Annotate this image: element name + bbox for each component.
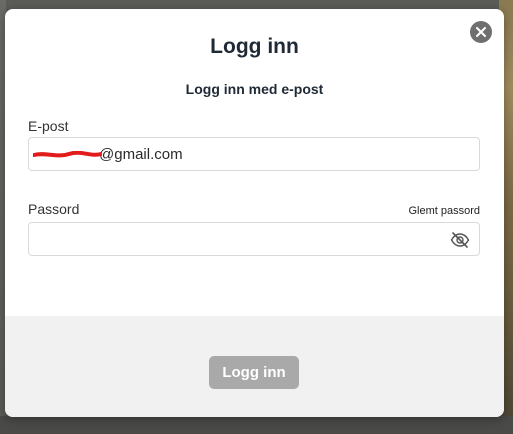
background-bottom	[0, 416, 513, 434]
email-value: @gmail.com	[33, 145, 183, 163]
email-label: E-post	[28, 118, 69, 134]
login-modal: Logg inn Logg inn med e-post E-post @gma…	[5, 9, 504, 417]
password-field[interactable]	[28, 222, 480, 256]
login-submit-button[interactable]: Logg inn	[209, 356, 299, 389]
forgot-password-link[interactable]: Glemt passord	[375, 205, 480, 217]
email-field[interactable]: @gmail.com	[28, 137, 480, 171]
modal-footer: Logg inn	[5, 316, 504, 417]
modal-title: Logg inn	[210, 35, 299, 58]
redaction-mark	[33, 150, 102, 157]
eye-slash-icon[interactable]	[450, 231, 470, 249]
email-domain-text: @gmail.com	[99, 145, 183, 163]
password-label: Passord	[28, 201, 80, 217]
modal-subtitle: Logg inn med e-post	[185, 81, 324, 97]
